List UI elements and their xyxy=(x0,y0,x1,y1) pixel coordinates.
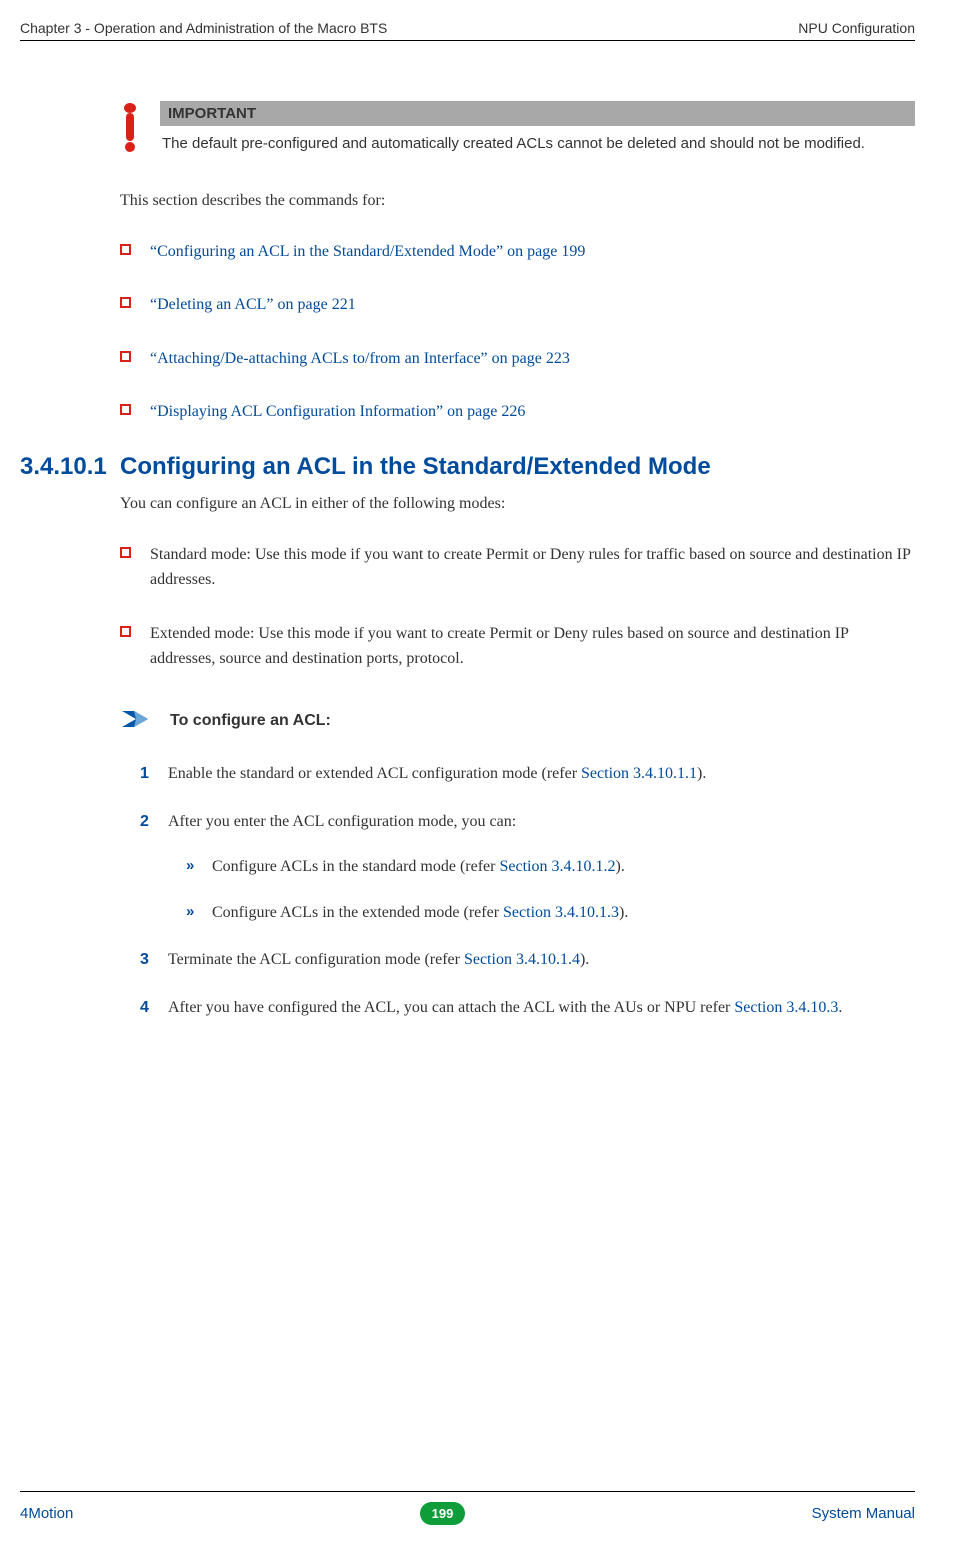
xref-link[interactable]: Section 3.4.10.3 xyxy=(734,999,838,1016)
step-number: 2 xyxy=(140,809,149,835)
important-callout: IMPORTANT The default pre-configured and… xyxy=(120,101,915,158)
xref-link[interactable]: “Attaching/De-attaching ACLs to/from an … xyxy=(150,350,570,367)
substep-text-post: ). xyxy=(619,904,628,921)
footer-left: 4Motion xyxy=(20,1505,73,1522)
substep-text-post: ). xyxy=(615,858,624,875)
important-icon xyxy=(120,103,145,158)
page-header: Chapter 3 - Operation and Administration… xyxy=(20,20,915,41)
xref-link[interactable]: Section 3.4.10.1.2 xyxy=(499,858,615,875)
arrow-icon xyxy=(120,707,170,736)
chevron-icon: » xyxy=(186,900,194,924)
page-footer: 4Motion 199 System Manual xyxy=(20,1491,915,1525)
mode-list: Standard mode: Use this mode if you want… xyxy=(120,542,915,672)
xref-link[interactable]: Section 3.4.10.1.1 xyxy=(581,765,697,782)
list-item: “Configuring an ACL in the Standard/Exte… xyxy=(120,239,915,265)
square-bullet-icon xyxy=(120,547,131,558)
step-text-post: ). xyxy=(580,951,589,968)
step-text: Terminate the ACL configuration mode (re… xyxy=(168,951,464,968)
section-heading: 3.4.10.1 Configuring an ACL in the Stand… xyxy=(20,453,915,481)
list-item: Standard mode: Use this mode if you want… xyxy=(120,542,915,593)
header-right: NPU Configuration xyxy=(798,20,915,36)
substep-item: » Configure ACLs in the standard mode (r… xyxy=(186,854,915,880)
list-item: Extended mode: Use this mode if you want… xyxy=(120,621,915,672)
xref-link[interactable]: Section 3.4.10.1.3 xyxy=(503,904,619,921)
step-text-post: . xyxy=(838,999,842,1016)
toc-link-list: “Configuring an ACL in the Standard/Exte… xyxy=(120,239,915,425)
step-number: 4 xyxy=(140,995,149,1021)
step-text: After you have configured the ACL, you c… xyxy=(168,999,734,1016)
xref-link[interactable]: Section 3.4.10.1.4 xyxy=(464,951,580,968)
section-title: Configuring an ACL in the Standard/Exten… xyxy=(120,453,711,481)
substep-text: Configure ACLs in the extended mode (ref… xyxy=(212,904,503,921)
step-text: After you enter the ACL configuration mo… xyxy=(168,813,516,830)
page-number-badge: 199 xyxy=(420,1502,466,1525)
list-item: “Deleting an ACL” on page 221 xyxy=(120,292,915,318)
step-list: 1 Enable the standard or extended ACL co… xyxy=(140,761,915,1021)
square-bullet-icon xyxy=(120,351,131,362)
important-title: IMPORTANT xyxy=(160,101,915,126)
square-bullet-icon xyxy=(120,626,131,637)
step-text: Enable the standard or extended ACL conf… xyxy=(168,765,581,782)
chevron-icon: » xyxy=(186,854,194,878)
list-item: “Attaching/De-attaching ACLs to/from an … xyxy=(120,346,915,372)
step-text-post: ). xyxy=(697,765,706,782)
step-number: 3 xyxy=(140,947,149,973)
footer-right: System Manual xyxy=(812,1505,915,1522)
list-item-label: Extended mode: Use this mode if you want… xyxy=(150,625,848,668)
intro-text: This section describes the commands for: xyxy=(120,188,915,214)
square-bullet-icon xyxy=(120,404,131,415)
header-left: Chapter 3 - Operation and Administration… xyxy=(20,20,387,36)
list-item-label: Standard mode: Use this mode if you want… xyxy=(150,546,910,589)
step-item: 3 Terminate the ACL configuration mode (… xyxy=(140,947,915,973)
step-item: 2 After you enter the ACL configuration … xyxy=(140,809,915,926)
substep-item: » Configure ACLs in the extended mode (r… xyxy=(186,900,915,926)
step-item: 1 Enable the standard or extended ACL co… xyxy=(140,761,915,787)
list-item: “Displaying ACL Configuration Informatio… xyxy=(120,399,915,425)
substep-text: Configure ACLs in the standard mode (ref… xyxy=(212,858,499,875)
procedure-header: To configure an ACL: xyxy=(120,707,915,736)
step-number: 1 xyxy=(140,761,149,787)
xref-link[interactable]: “Configuring an ACL in the Standard/Exte… xyxy=(150,243,585,260)
square-bullet-icon xyxy=(120,297,131,308)
step-item: 4 After you have configured the ACL, you… xyxy=(140,995,915,1021)
substep-list: » Configure ACLs in the standard mode (r… xyxy=(186,854,915,925)
important-text: The default pre-configured and automatic… xyxy=(162,134,915,154)
xref-link[interactable]: “Deleting an ACL” on page 221 xyxy=(150,296,356,313)
square-bullet-icon xyxy=(120,244,131,255)
xref-link[interactable]: “Displaying ACL Configuration Informatio… xyxy=(150,403,525,420)
section-intro-text: You can configure an ACL in either of th… xyxy=(120,491,915,517)
procedure-title: To configure an ACL: xyxy=(170,712,331,730)
section-number: 3.4.10.1 xyxy=(20,453,120,481)
